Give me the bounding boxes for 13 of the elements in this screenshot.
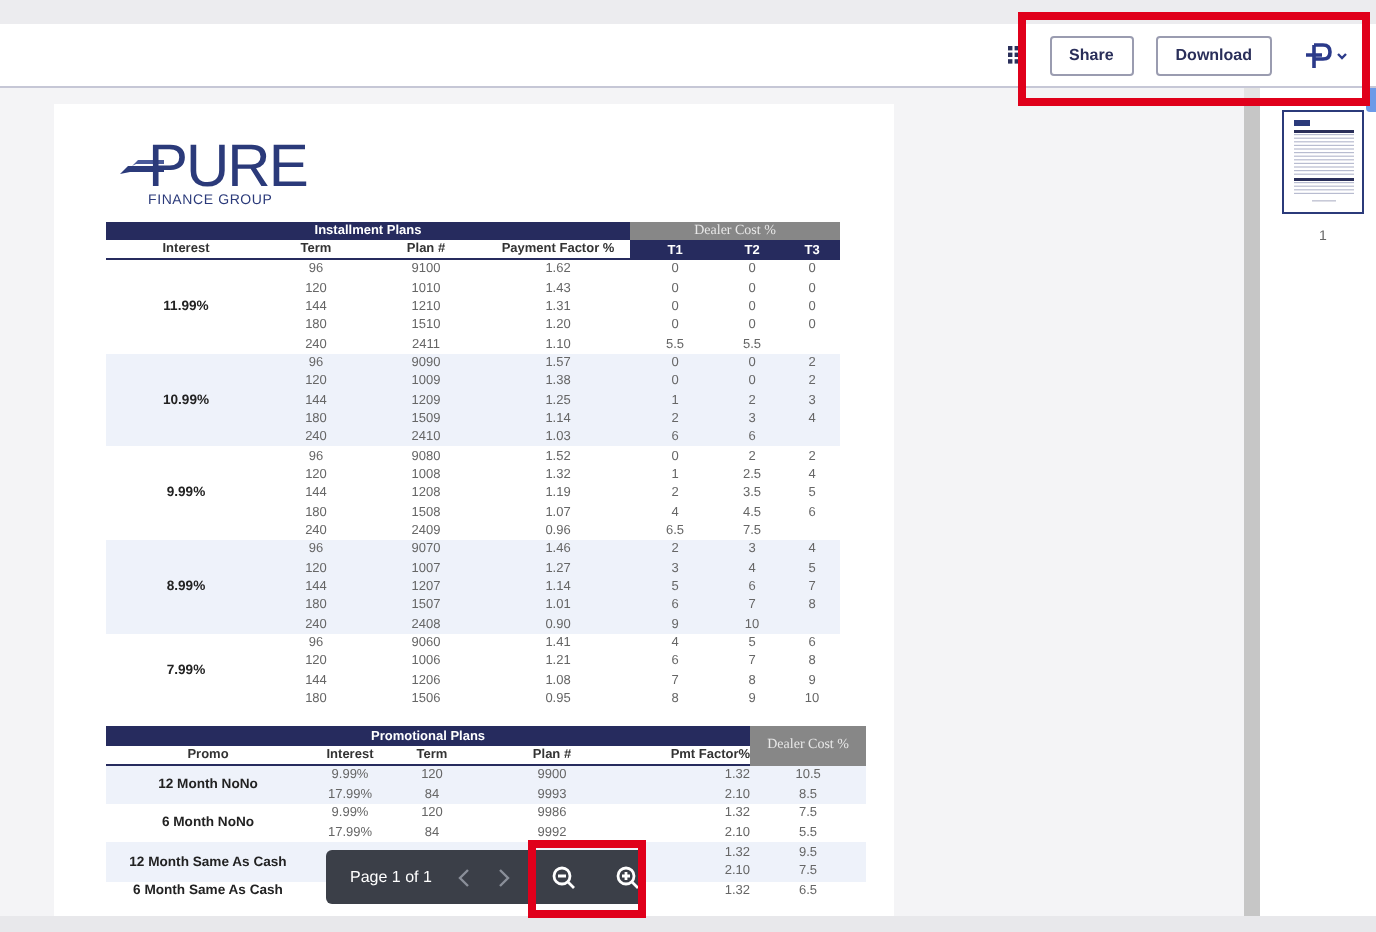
logo-wordmark: PURE bbox=[148, 142, 307, 194]
account-menu[interactable] bbox=[1304, 41, 1348, 69]
page-thumbnail[interactable] bbox=[1282, 110, 1364, 214]
scroll-thumb[interactable] bbox=[1366, 88, 1376, 112]
scrollbar[interactable] bbox=[1244, 88, 1260, 916]
header-button[interactable]: Download bbox=[1155, 35, 1272, 75]
highlight-frame bbox=[528, 840, 646, 918]
header-button[interactable]: Share bbox=[1049, 35, 1134, 75]
next-page-icon[interactable] bbox=[495, 867, 512, 887]
zoom-out-icon[interactable] bbox=[551, 865, 576, 889]
zoom-in-icon[interactable] bbox=[615, 865, 640, 889]
previous-page-icon[interactable] bbox=[455, 867, 472, 887]
page-indicator: Page 1 of 1 bbox=[350, 868, 432, 886]
